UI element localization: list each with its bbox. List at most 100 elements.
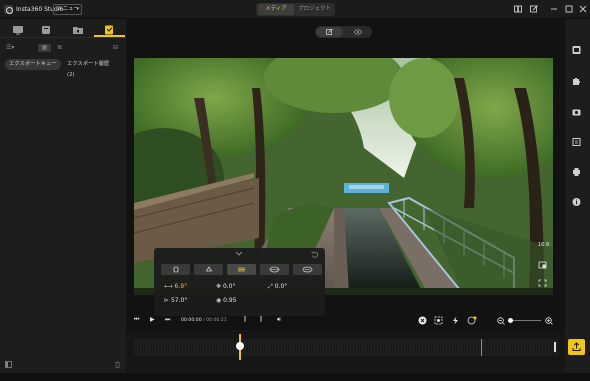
chevron-down-icon: ▾	[76, 6, 79, 12]
total-time: 00:00:21	[206, 318, 227, 323]
focus-target-icon[interactable]	[434, 316, 443, 325]
reframe-mode-horizontal-button[interactable]	[260, 264, 289, 275]
list-options-button[interactable]: ☰▾	[6, 44, 20, 52]
keyframe-marker[interactable]	[481, 339, 482, 356]
reframe-mode-free-button[interactable]	[161, 264, 190, 275]
roll-param[interactable]: ⤢ 0.0°	[268, 283, 287, 291]
edit-window-icon[interactable]	[529, 4, 539, 14]
timecode: 00:00:00 / 00:00:21	[181, 318, 227, 323]
playhead-handle[interactable]	[236, 342, 244, 350]
view-mode-toggle	[315, 26, 372, 38]
crop-icon[interactable]	[538, 261, 547, 269]
reframe-mode-level-button[interactable]	[227, 264, 256, 275]
fov-icon: ⊳	[164, 297, 170, 304]
pan-icon: ⟷	[164, 283, 173, 290]
info-icon[interactable]	[571, 197, 582, 207]
right-toolbar	[565, 19, 590, 373]
roll-value: 0.0°	[274, 283, 288, 290]
status-bar	[0, 373, 590, 381]
left-panel	[0, 19, 126, 373]
reframe-mode-tiny-planet-button[interactable]	[293, 264, 322, 275]
volume-button[interactable]: 🔊︎	[277, 313, 281, 327]
tab-media[interactable]: メディア	[258, 4, 294, 15]
folder-icon[interactable]	[70, 24, 86, 36]
zoom-in-icon[interactable]	[545, 317, 553, 325]
upload-icon	[572, 342, 581, 351]
tab-export-queue[interactable]: エクスポートキュー	[5, 59, 61, 70]
preview-view-button[interactable]	[344, 27, 371, 37]
camera-icon[interactable]	[571, 107, 582, 117]
volume-icon: 🔊︎	[277, 316, 281, 323]
tilt-value: 0.0°	[222, 283, 236, 290]
fov-param[interactable]: ⊳ 57.0°	[164, 297, 187, 305]
top-tab-switcher: メディア プロジェクト	[256, 3, 335, 16]
pan-param[interactable]: ⟷ 6.9°	[164, 283, 187, 291]
export-button[interactable]	[568, 339, 585, 355]
rotate-icon	[205, 266, 213, 272]
eye-icon	[354, 29, 362, 35]
reset-icon[interactable]	[311, 251, 319, 258]
edit-icon	[326, 29, 333, 35]
panel-divider	[0, 37, 126, 38]
print-icon[interactable]	[571, 167, 582, 177]
minimize-icon[interactable]	[549, 4, 559, 14]
video-track[interactable]	[134, 339, 558, 356]
app-logo	[4, 5, 13, 14]
puzzle-icon[interactable]	[571, 76, 582, 86]
tilt-param[interactable]: ✥ 0.0°	[216, 283, 236, 291]
skip-forward-icon: ⏭	[165, 316, 171, 323]
lightning-icon[interactable]	[451, 316, 460, 325]
distance-icon: ◉	[216, 297, 222, 304]
distance-param[interactable]: ◉ 0.95	[216, 297, 237, 305]
distance-value: 0.95	[223, 297, 237, 304]
horizontal-flip-icon	[269, 266, 280, 273]
play-icon: ▶	[150, 316, 155, 323]
ai-edit-icon[interactable]	[467, 316, 477, 325]
zoom-out-icon[interactable]	[497, 317, 505, 325]
level-icon	[238, 267, 245, 272]
reframe-mode-rotate-button[interactable]	[194, 264, 223, 275]
clip-end-marker[interactable]	[554, 342, 556, 352]
tab-export-history[interactable]: エクスポート履歴 (2)	[63, 59, 120, 78]
fov-value: 57.0°	[170, 297, 188, 304]
tab-project[interactable]: プロジェクト	[296, 4, 333, 15]
remove-keyframe-icon[interactable]	[418, 316, 427, 325]
hand-icon	[173, 266, 179, 273]
list-icon: ≣	[57, 44, 63, 51]
reframe-adjust-panel: ⟷ 6.9° ✥ 0.0° ⤢ 0.0° ⊳ 57.0° ◉ 0.95	[154, 248, 325, 316]
next-frame-button[interactable]: ⏭	[165, 313, 170, 327]
list-view-button[interactable]: ≣	[57, 44, 67, 52]
edit-view-button[interactable]	[316, 27, 343, 37]
film-icon[interactable]	[571, 45, 582, 55]
vertical-flip-icon	[302, 266, 313, 273]
mark-in-button[interactable]: ⫿	[244, 313, 246, 327]
collapse-icon: ⊟	[113, 44, 119, 51]
zoom-slider-handle[interactable]	[508, 318, 513, 323]
aspect-ratio-label[interactable]: 16:9	[538, 242, 549, 248]
roll-icon: ⤢	[268, 283, 273, 290]
sidebar-toggle-icon[interactable]	[5, 361, 12, 368]
close-icon[interactable]	[578, 4, 588, 14]
tilt-icon: ✥	[216, 283, 222, 290]
frame-icon[interactable]	[571, 137, 582, 147]
mark-out-icon: ⫿	[260, 316, 262, 323]
mark-out-button[interactable]: ⫿	[260, 313, 262, 327]
list-options-icon: ☰▾	[6, 44, 15, 51]
media-library-icon[interactable]	[10, 24, 26, 36]
current-time: 00:00:00	[181, 318, 202, 323]
trash-icon[interactable]	[114, 361, 121, 368]
play-button[interactable]: ▶	[150, 313, 155, 327]
skip-back-icon: ⏮	[134, 316, 140, 323]
mark-in-icon: ⫿	[244, 316, 246, 323]
menu-dropdown[interactable]: メニュー ▾	[53, 4, 82, 15]
fullscreen-icon[interactable]	[538, 279, 547, 287]
pan-value: 6.9°	[174, 283, 188, 290]
previous-frame-button[interactable]: ⏮	[134, 313, 139, 327]
book-icon[interactable]	[513, 4, 523, 14]
collapse-panel-button[interactable]: ⊟	[113, 44, 122, 52]
album-icon[interactable]	[38, 24, 54, 36]
grid-view-button[interactable]: ▦	[38, 44, 51, 52]
maximize-icon[interactable]	[564, 4, 574, 14]
grid-icon: ▦	[41, 44, 48, 51]
collapse-chevron-icon[interactable]	[235, 251, 243, 256]
